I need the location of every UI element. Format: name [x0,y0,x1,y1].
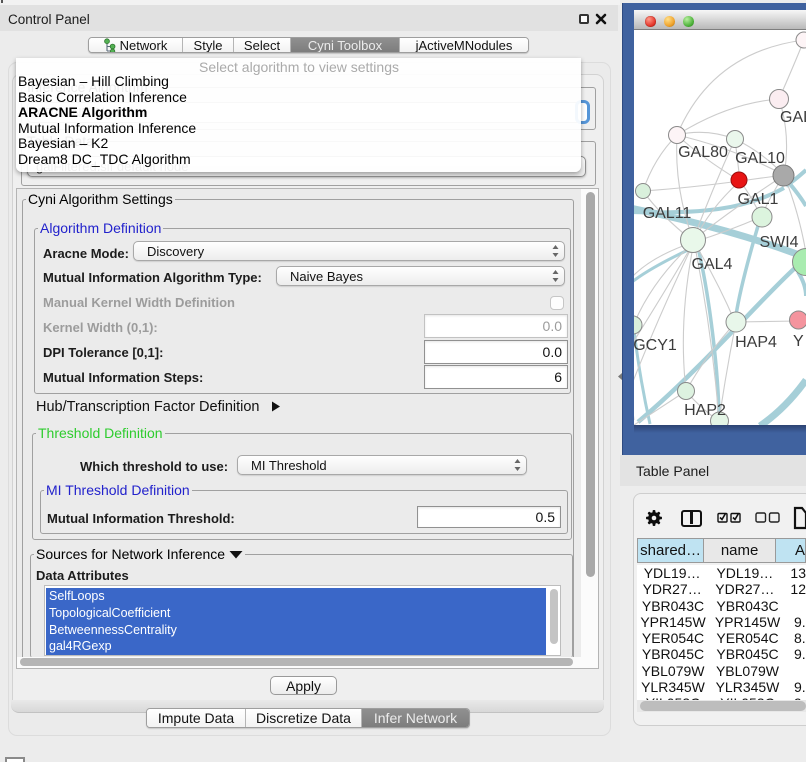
svg-text:GAL80: GAL80 [678,144,728,161]
svg-text:GAL1: GAL1 [738,191,779,208]
svg-text:GCY1: GCY1 [634,337,677,354]
svg-text:SWI4: SWI4 [759,234,798,251]
svg-text:HAP4: HAP4 [735,334,777,351]
svg-text:GAL11: GAL11 [643,205,692,222]
svg-text:GAL10: GAL10 [735,150,785,167]
svg-text:GAL3: GAL3 [780,109,806,126]
svg-text:GAL4: GAL4 [692,256,733,273]
svg-text:HAP2: HAP2 [684,402,726,419]
svg-text:Y: Y [793,333,804,350]
